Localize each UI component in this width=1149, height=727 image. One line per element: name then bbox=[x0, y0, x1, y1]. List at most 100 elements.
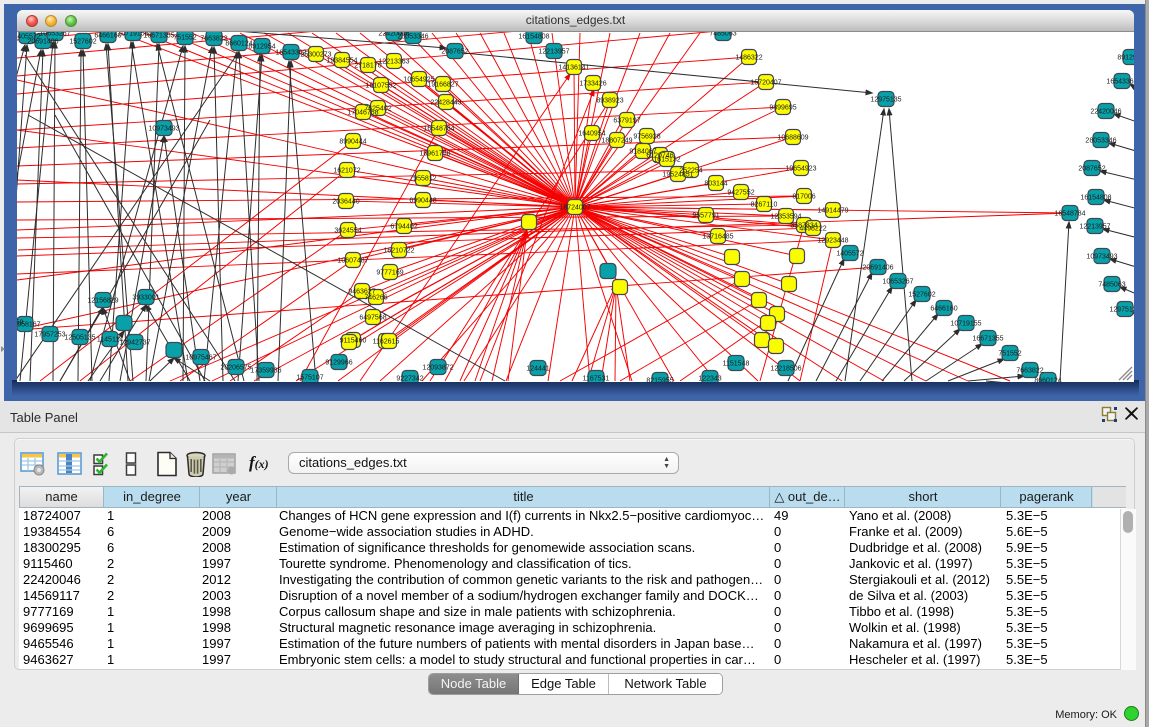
svg-text:3933001: 3933001 bbox=[132, 295, 159, 302]
svg-text:7955812: 7955812 bbox=[409, 176, 436, 183]
svg-text:12942737: 12942737 bbox=[119, 340, 150, 347]
svg-text:6497568: 6497568 bbox=[359, 315, 386, 322]
svg-text:8660124: 8660124 bbox=[1034, 378, 1061, 383]
svg-text:10607487: 10607487 bbox=[337, 258, 368, 265]
svg-text:2087652: 2087652 bbox=[1078, 166, 1105, 173]
svg-text:1615132: 1615132 bbox=[653, 157, 680, 164]
svg-text:9463627: 9463627 bbox=[348, 289, 375, 296]
svg-text:16548784: 16548784 bbox=[423, 126, 454, 133]
svg-text:12975135: 12975135 bbox=[870, 97, 901, 104]
svg-text:10688609: 10688609 bbox=[777, 135, 808, 142]
svg-text:10973493: 10973493 bbox=[1086, 254, 1117, 261]
svg-text:9756928: 9756928 bbox=[633, 134, 660, 141]
svg-text:9427552: 9427552 bbox=[727, 190, 754, 197]
svg-text:4498222: 4498222 bbox=[799, 226, 826, 233]
svg-text:10653267: 10653267 bbox=[882, 279, 913, 286]
svg-text:8267110: 8267110 bbox=[751, 202, 778, 209]
svg-text:9657791: 9657791 bbox=[692, 213, 719, 220]
svg-text:124441: 124441 bbox=[526, 366, 549, 373]
svg-text:122343: 122343 bbox=[698, 376, 721, 383]
svg-text:12213957: 12213957 bbox=[538, 49, 569, 56]
svg-text:6379197: 6379197 bbox=[613, 118, 640, 125]
svg-text:1405572: 1405572 bbox=[836, 251, 863, 258]
svg-text:6466160: 6466160 bbox=[930, 306, 957, 313]
svg-text:17957253: 17957253 bbox=[34, 332, 65, 339]
svg-text:1162615: 1162615 bbox=[373, 339, 400, 346]
svg-text:16154808: 16154808 bbox=[1080, 195, 1111, 202]
svg-text:22420046: 22420046 bbox=[1090, 109, 1121, 116]
svg-text:17359936: 17359936 bbox=[250, 368, 281, 375]
svg-text:12975135: 12975135 bbox=[1109, 307, 1134, 314]
svg-text:8912954: 8912954 bbox=[248, 44, 275, 51]
svg-text:20691406: 20691406 bbox=[862, 265, 893, 272]
svg-text:12156829: 12156829 bbox=[87, 298, 118, 305]
svg-text:12093872: 12093872 bbox=[422, 365, 453, 372]
svg-text:18807249: 18807249 bbox=[601, 138, 632, 145]
svg-text:12218506: 12218506 bbox=[770, 366, 801, 373]
svg-text:2087652: 2087652 bbox=[441, 49, 468, 56]
svg-text:19166827: 19166827 bbox=[427, 82, 458, 89]
svg-text:1527602: 1527602 bbox=[69, 39, 96, 46]
svg-text:7625402: 7625402 bbox=[364, 106, 391, 113]
svg-text:6990448: 6990448 bbox=[409, 198, 436, 205]
svg-text:1486322: 1486322 bbox=[735, 55, 762, 62]
svg-text:20691406: 20691406 bbox=[27, 39, 58, 46]
svg-text:16107552: 16107552 bbox=[365, 83, 396, 90]
svg-text:1167531: 1167531 bbox=[583, 376, 610, 383]
svg-text:12505135: 12505135 bbox=[64, 335, 95, 342]
svg-text:1621072: 1621072 bbox=[333, 168, 360, 175]
svg-text:1640954: 1640954 bbox=[578, 131, 605, 138]
svg-text:8912954: 8912954 bbox=[1117, 55, 1134, 62]
svg-text:10975467: 10975467 bbox=[185, 355, 216, 362]
svg-text:8938923: 8938923 bbox=[596, 98, 623, 105]
svg-text:9129966: 9129966 bbox=[325, 360, 352, 367]
svg-text:28053346: 28053346 bbox=[397, 34, 428, 41]
svg-text:28053346: 28053346 bbox=[1085, 138, 1116, 145]
svg-text:751552: 751552 bbox=[998, 351, 1021, 358]
svg-text:8990444: 8990444 bbox=[339, 139, 366, 146]
svg-text:16548784: 16548784 bbox=[1054, 211, 1085, 218]
svg-text:1151548: 1151548 bbox=[723, 361, 750, 368]
svg-text:8215955: 8215955 bbox=[646, 378, 673, 383]
svg-text:6794402: 6794402 bbox=[390, 224, 417, 231]
svg-text:19654923: 19654923 bbox=[785, 166, 816, 173]
svg-text:16961758: 16961758 bbox=[419, 151, 450, 158]
svg-text:22428443: 22428443 bbox=[430, 100, 461, 107]
svg-text:12923448: 12923448 bbox=[817, 238, 848, 245]
svg-text:751552: 751552 bbox=[173, 35, 196, 42]
svg-text:15720407: 15720407 bbox=[750, 80, 781, 87]
svg-text:10958167: 10958167 bbox=[17, 322, 41, 329]
svg-text:1575107: 1575107 bbox=[296, 375, 323, 382]
svg-text:16543362: 16543362 bbox=[1106, 79, 1134, 86]
svg-text:2036440: 2036440 bbox=[332, 199, 359, 206]
svg-text:16210722: 16210722 bbox=[383, 248, 414, 255]
svg-text:14914479: 14914479 bbox=[817, 208, 848, 215]
svg-text:20206575: 20206575 bbox=[220, 365, 251, 372]
svg-text:817006: 817006 bbox=[792, 194, 815, 201]
svg-text:10719155: 10719155 bbox=[950, 321, 981, 328]
svg-text:252254: 252254 bbox=[679, 168, 702, 175]
svg-text:12353594: 12353594 bbox=[770, 214, 801, 221]
svg-text:7663822: 7663822 bbox=[1016, 368, 1043, 375]
svg-text:14136141: 14136141 bbox=[558, 65, 589, 72]
svg-text:9777169: 9777169 bbox=[376, 270, 403, 277]
svg-text:7485063: 7485063 bbox=[1098, 282, 1125, 289]
svg-text:16671355: 16671355 bbox=[143, 33, 174, 40]
svg-text:803144: 803144 bbox=[704, 181, 727, 188]
svg-text:3624554: 3624554 bbox=[334, 228, 361, 235]
svg-text:16154808: 16154808 bbox=[518, 34, 549, 41]
svg-text:19384554: 19384554 bbox=[326, 58, 357, 65]
svg-text:10653267: 10653267 bbox=[39, 32, 70, 38]
svg-text:9227342: 9227342 bbox=[396, 376, 423, 383]
svg-text:12213957: 12213957 bbox=[1079, 224, 1110, 231]
svg-text:1527602: 1527602 bbox=[908, 292, 935, 299]
svg-text:746266: 746266 bbox=[364, 295, 387, 302]
svg-text:7485063: 7485063 bbox=[709, 32, 736, 38]
svg-text:1733426: 1733426 bbox=[579, 81, 606, 88]
svg-text:10973493: 10973493 bbox=[148, 126, 179, 133]
svg-text:7663822: 7663822 bbox=[200, 36, 227, 43]
svg-text:12213363: 12213363 bbox=[378, 59, 409, 66]
svg-text:9899695: 9899695 bbox=[769, 105, 796, 112]
svg-text:16671355: 16671355 bbox=[972, 336, 1003, 343]
svg-text:9115460: 9115460 bbox=[340, 338, 367, 345]
